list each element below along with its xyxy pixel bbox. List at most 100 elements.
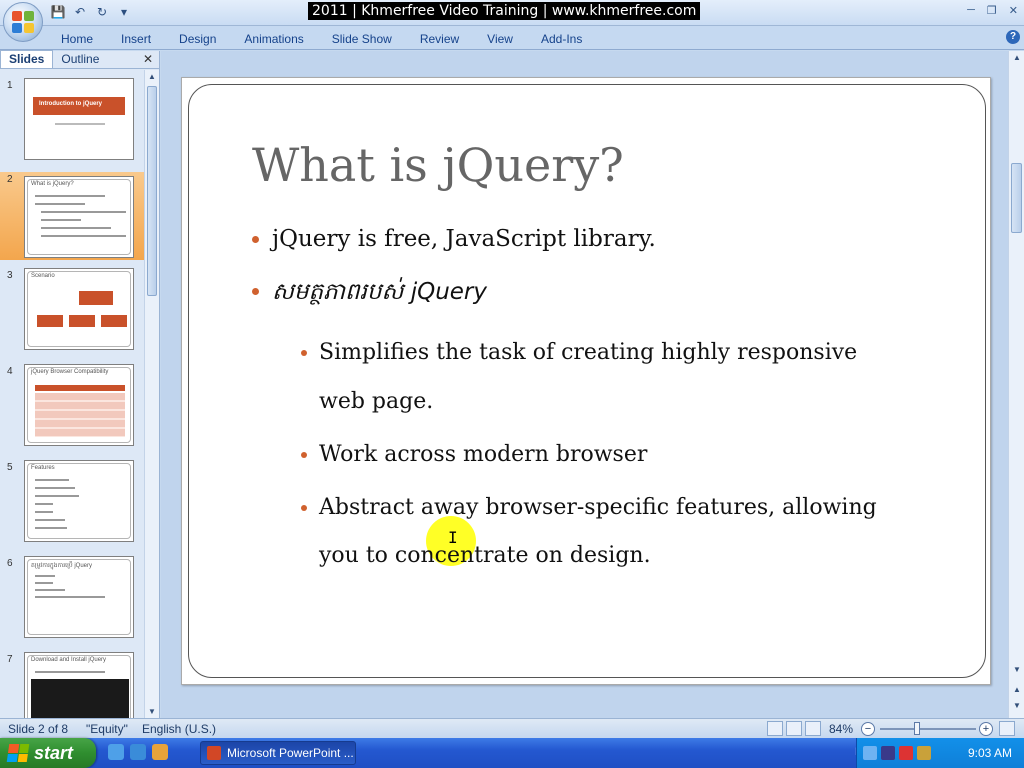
normal-view-button[interactable] (767, 721, 783, 736)
bullet-text: សមត្ថភាពរបស់ jQuery (272, 279, 487, 305)
customize-toolbar-icon[interactable]: ▾ (116, 4, 132, 20)
start-label: start (34, 743, 74, 763)
undo-icon[interactable]: ↶ (72, 4, 88, 20)
minimize-icon[interactable]: ─ (967, 4, 975, 17)
language-indicator[interactable]: English (U.S.) (142, 722, 216, 736)
tab-animations[interactable]: Animations (230, 26, 317, 52)
windows-logo-icon (6, 744, 30, 762)
bullet-2[interactable]: សមត្ថភាពរបស់ jQuery (252, 278, 487, 311)
sub-bullet-3[interactable]: Abstract away browser-specific features,… (301, 495, 877, 520)
thumbnail-frame (27, 179, 131, 255)
zoom-in-button[interactable]: + (979, 722, 993, 736)
slide-thumbnail-6[interactable]: 6 តម្រូវការក្នុងការប្រើ jQuery (0, 556, 144, 644)
thumbnail-preview: Introduction to jQuery (24, 78, 134, 160)
thumbnail-title: Scenario (31, 273, 55, 279)
tab-slide-show[interactable]: Slide Show (318, 26, 406, 52)
zoom-out-button[interactable]: − (861, 722, 875, 736)
thumbnail-number: 3 (7, 270, 13, 281)
taskbar-powerpoint-button[interactable]: Microsoft PowerPoint ... (200, 741, 356, 765)
slide-sorter-view-button[interactable] (786, 721, 802, 736)
scroll-up-icon[interactable]: ▲ (1012, 53, 1022, 62)
thumbnail-line (41, 227, 111, 229)
ribbon-tabs: Home Insert Design Animations Slide Show… (47, 26, 596, 52)
bullet-dot (301, 452, 307, 458)
slide-canvas[interactable]: What is jQuery? jQuery is free, JavaScri… (181, 77, 991, 685)
slide-thumbnail-5[interactable]: 5 Features (0, 460, 144, 548)
scroll-thumb[interactable] (1011, 163, 1022, 233)
zoom-slider-handle[interactable] (914, 722, 920, 735)
media-player-icon[interactable] (152, 744, 168, 760)
diagram-box (101, 315, 127, 327)
pane-tabs: Slides Outline ✕ (0, 50, 159, 69)
sub-bullet-2[interactable]: Work across modern browser (301, 442, 647, 467)
scroll-down-icon[interactable]: ▼ (1012, 665, 1022, 674)
thumbnail-title: តម្រូវការក្នុងការប្រើ jQuery (31, 563, 92, 569)
text-cursor-icon: I (448, 528, 458, 547)
slide-scrollbar[interactable]: ▲ ▼ ▲ ▼ (1008, 51, 1024, 718)
tab-design[interactable]: Design (165, 26, 230, 52)
start-button[interactable]: start (0, 738, 96, 768)
redo-icon[interactable]: ↻ (94, 4, 110, 20)
save-icon[interactable]: 💾 (50, 4, 66, 20)
slide-thumbnail-1[interactable]: 1 Introduction to jQuery (0, 78, 144, 166)
thumbnail-number: 1 (7, 80, 13, 91)
tab-outline[interactable]: Outline (53, 51, 107, 68)
scroll-down-icon[interactable]: ▼ (147, 707, 157, 716)
sub-bullet-1-continued[interactable]: web page. (319, 389, 433, 414)
slide-thumbnail-4[interactable]: 4 jQuery Browser Compatibility (0, 364, 144, 452)
tab-insert[interactable]: Insert (107, 26, 165, 52)
tab-add-ins[interactable]: Add-Ins (527, 26, 596, 52)
restore-icon[interactable]: ❐ (987, 4, 997, 17)
thumbnail-number: 7 (7, 654, 13, 665)
network-icon[interactable] (881, 746, 895, 760)
slide-thumbnail-7[interactable]: 7 Download and Install jQuery (0, 652, 144, 718)
office-button[interactable] (3, 2, 43, 42)
thumbnail-title: jQuery Browser Compatibility (31, 369, 109, 375)
scroll-up-icon[interactable]: ▲ (147, 72, 157, 81)
back-icon[interactable] (863, 746, 877, 760)
thumbnail-line (35, 503, 53, 505)
zoom-slider[interactable] (880, 728, 976, 730)
close-pane-icon[interactable]: ✕ (143, 52, 153, 66)
thumbnail-preview: Features (24, 460, 134, 542)
sub-bullet-3-continued[interactable]: you to concentrate on design. (319, 543, 651, 568)
antivirus-icon[interactable] (899, 746, 913, 760)
slide-thumbnail-2[interactable]: 2 What is jQuery? (0, 172, 144, 260)
bullet-text: Simplifies the task of creating highly r… (319, 340, 858, 365)
ribbon: Home Insert Design Animations Slide Show… (0, 26, 1024, 50)
volume-icon[interactable] (917, 746, 931, 760)
fit-to-window-button[interactable] (999, 721, 1015, 736)
help-icon[interactable]: ? (1006, 30, 1020, 44)
tab-review[interactable]: Review (406, 26, 473, 52)
show-desktop-icon[interactable] (108, 744, 124, 760)
status-bar: Slide 2 of 8 "Equity" English (U.S.) 84%… (0, 718, 1024, 738)
close-icon[interactable]: ✕ (1009, 4, 1018, 17)
slide-show-view-button[interactable] (805, 721, 821, 736)
theme-name[interactable]: "Equity" (86, 722, 128, 736)
slide-title[interactable]: What is jQuery? (252, 138, 624, 192)
tab-slides[interactable]: Slides (0, 50, 54, 68)
bullet-1[interactable]: jQuery is free, JavaScript library. (252, 226, 656, 252)
scroll-thumb[interactable] (147, 86, 157, 296)
thumbnail-line (41, 211, 126, 213)
thumbnail-number: 4 (7, 366, 13, 377)
thumbnail-line (35, 527, 67, 529)
next-slide-icon[interactable]: ▼ (1012, 701, 1022, 710)
bullet-text: Abstract away browser-specific features,… (319, 495, 877, 520)
office-logo-icon (12, 11, 34, 33)
tab-view[interactable]: View (473, 26, 527, 52)
bullet-text: web page. (319, 389, 434, 414)
thumbnail-line (55, 123, 105, 125)
zoom-level[interactable]: 84% (829, 722, 853, 736)
thumbnail-line (35, 495, 79, 497)
pane-scrollbar[interactable]: ▲ ▼ (144, 70, 159, 718)
diagram-box (69, 315, 95, 327)
tab-home[interactable]: Home (47, 26, 107, 52)
sub-bullet-1[interactable]: Simplifies the task of creating highly r… (301, 340, 858, 365)
thumbnail-number: 2 (7, 174, 13, 185)
thumbnail-list: 1 Introduction to jQuery 2 What is jQuer… (0, 70, 144, 718)
slide-thumbnail-3[interactable]: 3 Scenario (0, 268, 144, 356)
previous-slide-icon[interactable]: ▲ (1012, 685, 1022, 694)
thumbnail-preview: Download and Install jQuery (24, 652, 134, 718)
internet-explorer-icon[interactable] (130, 744, 146, 760)
